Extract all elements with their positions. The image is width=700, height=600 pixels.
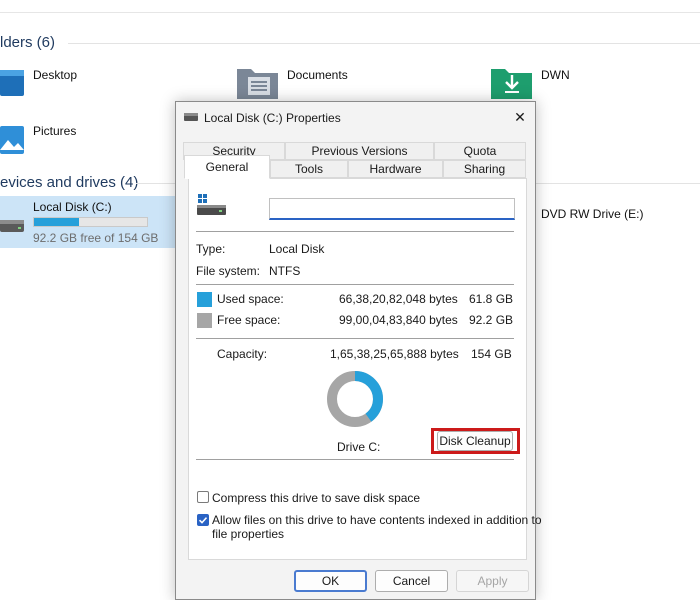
- capacity-bytes: 1,65,38,25,65,888 bytes: [330, 347, 459, 361]
- folder-documents-label[interactable]: Documents: [287, 68, 348, 82]
- folders-section-divider: [68, 43, 700, 44]
- drive-large-icon: [197, 194, 227, 218]
- explorer-top-divider: [0, 12, 700, 13]
- free-space-swatch: [197, 313, 212, 328]
- desktop-folder-icon[interactable]: [0, 66, 26, 98]
- disk-cleanup-button[interactable]: Disk Cleanup: [437, 431, 513, 451]
- tab-sharing[interactable]: Sharing: [443, 160, 526, 178]
- drive-caption: Drive C:: [337, 440, 381, 454]
- drive-c-free-text: 92.2 GB free of 154 GB: [33, 231, 159, 245]
- separator-3: [196, 338, 514, 339]
- folders-section-title[interactable]: lders (6): [0, 34, 55, 51]
- capacity-label: Capacity:: [217, 347, 268, 361]
- tab-hardware[interactable]: Hardware: [348, 160, 443, 178]
- cancel-button[interactable]: Cancel: [375, 570, 448, 592]
- ok-button[interactable]: OK: [294, 570, 367, 592]
- index-label[interactable]: Allow files on this drive to have conten…: [212, 513, 542, 527]
- drive-name-input[interactable]: [269, 198, 515, 220]
- tab-quota[interactable]: Quota: [434, 142, 526, 160]
- type-value: Local Disk: [269, 242, 325, 256]
- apply-button[interactable]: Apply: [456, 570, 529, 592]
- tab-previous-versions[interactable]: Previous Versions: [285, 142, 434, 160]
- tab-tools[interactable]: Tools: [270, 160, 348, 178]
- documents-folder-icon[interactable]: [236, 65, 280, 101]
- disk-usage-donut: [327, 371, 383, 427]
- drive-c-icon: [0, 214, 26, 238]
- used-space-swatch: [197, 292, 212, 307]
- close-icon[interactable]: ✕: [511, 108, 529, 126]
- folder-dwn-label[interactable]: DWN: [541, 68, 570, 82]
- checkmark-icon: [198, 517, 208, 524]
- folder-desktop-label[interactable]: Desktop: [33, 68, 77, 82]
- type-label: Type:: [196, 242, 226, 256]
- drive-c-label: Local Disk (C:): [33, 200, 112, 214]
- separator-4: [196, 459, 514, 460]
- used-space-bytes: 66,38,20,82,048 bytes: [339, 292, 458, 306]
- tab-general[interactable]: General: [184, 155, 270, 179]
- filesystem-label: File system:: [196, 264, 261, 278]
- compress-checkbox[interactable]: [197, 491, 209, 503]
- pictures-folder-icon[interactable]: [0, 124, 26, 156]
- used-space-gb: 61.8 GB: [469, 292, 514, 306]
- drive-c-usage-fill: [34, 218, 80, 226]
- index-label-line2[interactable]: file properties: [212, 527, 284, 541]
- capacity-gb: 154 GB: [471, 347, 512, 361]
- filesystem-value: NTFS: [269, 264, 301, 278]
- free-space-bytes: 99,00,04,83,840 bytes: [339, 313, 458, 327]
- used-space-label: Used space:: [217, 292, 284, 306]
- free-space-gb: 92.2 GB: [469, 313, 514, 327]
- drive-title-icon: [184, 111, 198, 123]
- compress-label[interactable]: Compress this drive to save disk space: [212, 491, 420, 505]
- separator-1: [196, 231, 514, 232]
- index-checkbox[interactable]: [197, 514, 209, 526]
- downloads-folder-icon[interactable]: [490, 65, 534, 101]
- dialog-title: Local Disk (C:) Properties: [204, 111, 341, 125]
- folder-pictures-label[interactable]: Pictures: [33, 124, 76, 138]
- separator-2: [196, 284, 514, 285]
- devices-section-title[interactable]: evices and drives (4): [0, 174, 138, 191]
- free-space-label: Free space:: [217, 313, 281, 327]
- drive-c-usage-bar: [33, 217, 148, 227]
- dvd-drive-label[interactable]: DVD RW Drive (E:): [541, 207, 643, 221]
